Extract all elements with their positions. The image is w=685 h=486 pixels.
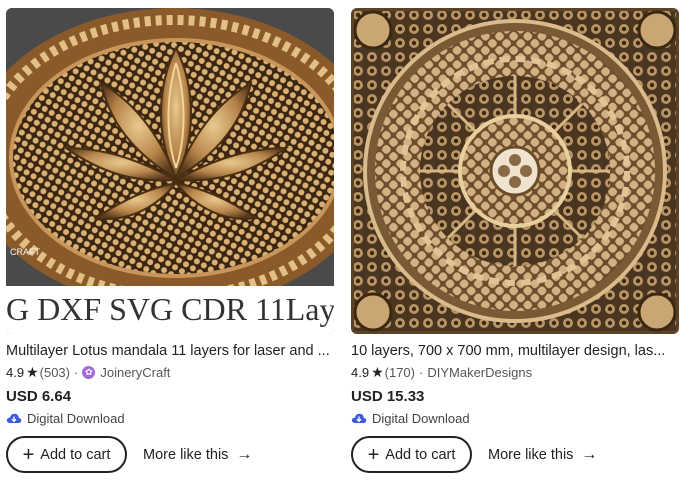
download-text: Digital Download bbox=[27, 410, 125, 426]
shop-name[interactable]: JoineryCraft bbox=[100, 365, 170, 380]
product-image[interactable]: G DXF SVG CDR 11Lay CRAFT bbox=[6, 8, 334, 334]
more-like-this-label: More like this bbox=[488, 446, 574, 463]
meta-separator: · bbox=[419, 364, 424, 380]
meta-separator: · bbox=[74, 364, 79, 380]
product-title[interactable]: Multilayer Lotus mandala 11 layers for l… bbox=[6, 342, 334, 360]
more-like-this-link[interactable]: More like this → bbox=[143, 446, 252, 464]
product-title[interactable]: 10 layers, 700 x 700 mm, multilayer desi… bbox=[351, 342, 679, 360]
review-count: (503) bbox=[39, 364, 70, 380]
product-meta: 4.9 ★ (170) · DIYMakerDesigns bbox=[351, 363, 679, 381]
shop-name[interactable]: DIYMakerDesigns bbox=[427, 365, 532, 380]
product-price: USD 6.64 bbox=[6, 388, 72, 405]
product-price: USD 15.33 bbox=[351, 388, 425, 405]
product-card[interactable]: 10 layers, 700 x 700 mm, multilayer desi… bbox=[351, 8, 679, 473]
more-like-this-label: More like this bbox=[143, 446, 229, 463]
star-seller-badge-icon: ✿ bbox=[82, 365, 96, 379]
card-actions: + Add to cart More like this → bbox=[6, 436, 334, 473]
rating-value: 4.9 bbox=[351, 364, 370, 380]
digital-download-label: Digital Download bbox=[351, 409, 679, 427]
star-icon: ★ bbox=[371, 363, 384, 380]
digital-download-label: Digital Download bbox=[6, 409, 334, 427]
add-to-cart-label: Add to cart bbox=[385, 446, 456, 463]
card-actions: + Add to cart More like this → bbox=[351, 436, 679, 473]
review-count: (170) bbox=[384, 364, 415, 380]
download-text: Digital Download bbox=[372, 410, 470, 426]
product-meta: 4.9 ★ (503) · ✿ JoineryCraft bbox=[6, 363, 334, 381]
plus-icon: + bbox=[22, 443, 35, 466]
plus-icon: + bbox=[367, 443, 380, 466]
add-to-cart-label: Add to cart bbox=[40, 446, 111, 463]
more-like-this-link[interactable]: More like this → bbox=[488, 446, 597, 464]
add-to-cart-button[interactable]: + Add to cart bbox=[351, 436, 472, 473]
arrow-right-icon: → bbox=[581, 445, 598, 463]
cloud-download-icon bbox=[6, 413, 22, 423]
arrow-right-icon: → bbox=[236, 445, 253, 463]
product-card[interactable]: G DXF SVG CDR 11Lay CRAFT Multilayer Lot… bbox=[6, 8, 334, 473]
rating-value: 4.9 bbox=[6, 364, 25, 380]
image-caption: G DXF SVG CDR 11Lay bbox=[6, 291, 334, 327]
image-brand: CRAFT bbox=[10, 247, 40, 257]
star-icon: ★ bbox=[26, 363, 39, 380]
product-image[interactable] bbox=[351, 8, 679, 334]
add-to-cart-button[interactable]: + Add to cart bbox=[6, 436, 127, 473]
cloud-download-icon bbox=[351, 413, 367, 423]
